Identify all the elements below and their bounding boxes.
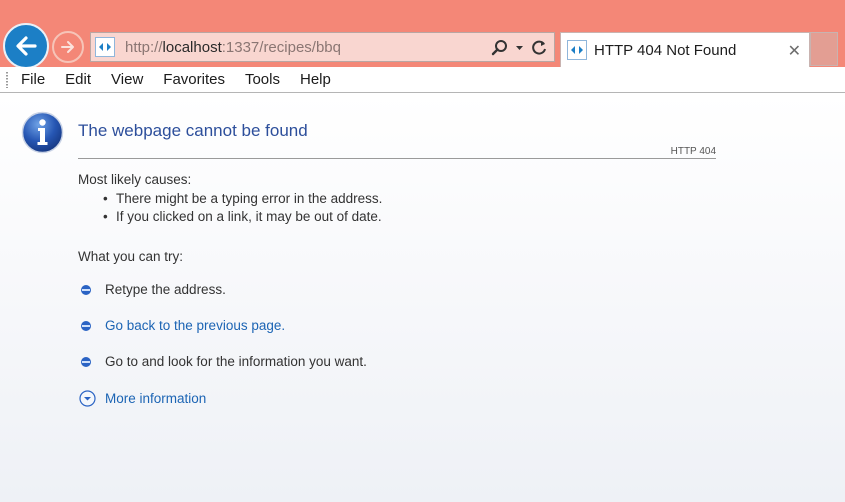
error-code: HTTP 404 [670,146,716,157]
menu-grip-handle[interactable] [6,72,8,88]
more-information-link[interactable]: More information [105,391,206,406]
try-item-go-to: Go to and look for the information you w… [80,354,367,369]
tab-favicon-icon [567,40,587,60]
blue-bullet-icon [81,356,91,367]
address-bar[interactable]: http://localhost:1337/recipes/bbq [90,32,555,62]
close-tab-icon[interactable]: ✕ [788,41,801,61]
menu-help[interactable]: Help [290,71,341,88]
blue-bullet-icon [81,320,91,331]
menu-edit[interactable]: Edit [55,71,101,88]
search-icon[interactable] [491,39,509,57]
cause-item: • There might be a typing error in the ad… [103,191,383,206]
page-favicon-icon [95,37,115,57]
title-divider [78,158,716,159]
chevron-down-circle-icon[interactable] [79,390,96,407]
address-url[interactable]: http://localhost:1337/recipes/bbq [125,39,341,56]
forward-button[interactable] [52,31,84,63]
back-arrow-icon [16,36,37,56]
page-title: The webpage cannot be found [78,121,308,140]
cause-item: • If you clicked on a link, it may be out… [103,209,382,224]
go-back-link[interactable]: Go back to the previous page. [105,318,285,333]
menu-file[interactable]: File [11,71,55,88]
dropdown-arrow-icon[interactable] [515,39,524,57]
menu-favorites[interactable]: Favorites [153,71,235,88]
active-tab[interactable]: HTTP 404 Not Found ✕ [560,32,810,67]
page-content: The webpage cannot be found HTTP 404 Mos… [0,94,845,502]
menu-view[interactable]: View [101,71,153,88]
more-information-toggle[interactable]: More information [79,390,206,407]
tab-title: HTTP 404 Not Found [594,42,737,59]
try-label: What you can try: [78,249,184,264]
try-item-go-back: Go back to the previous page. [80,318,285,333]
back-button[interactable] [3,23,49,69]
try-item-retype: Retype the address. [80,282,226,297]
info-icon [21,111,64,154]
menu-bar: File Edit View Favorites Tools Help [0,67,845,93]
forward-arrow-icon [61,41,74,53]
refresh-icon[interactable] [530,39,548,57]
menu-tools[interactable]: Tools [235,71,290,88]
causes-label: Most likely causes: [78,172,192,187]
new-tab-button[interactable] [810,32,838,66]
blue-bullet-icon [81,284,91,295]
